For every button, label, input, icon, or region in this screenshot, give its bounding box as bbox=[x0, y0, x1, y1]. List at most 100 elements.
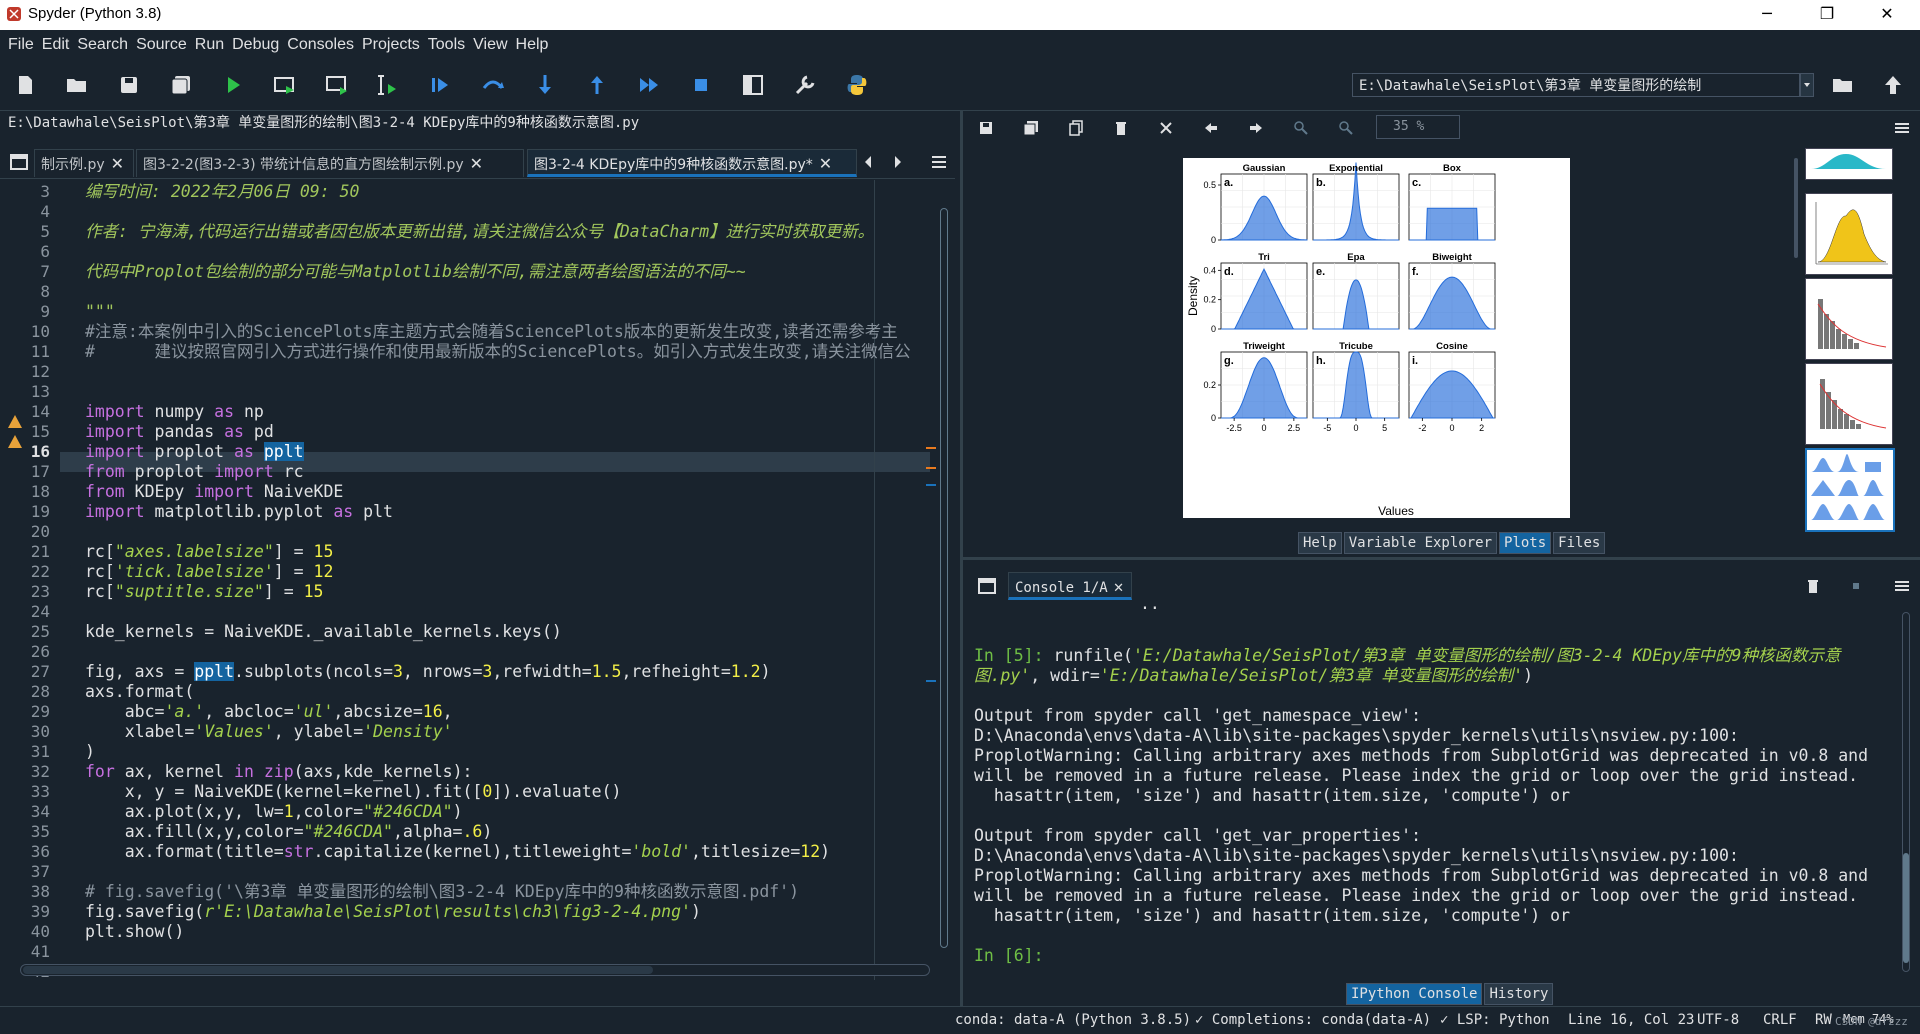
menu-debug[interactable]: Debug bbox=[224, 36, 279, 54]
plot-thumbnail[interactable] bbox=[1805, 148, 1893, 180]
scroll-tabs-right-icon[interactable] bbox=[892, 154, 904, 170]
zoom-in-icon[interactable] bbox=[1293, 120, 1309, 136]
close-tab-icon[interactable]: ✕ bbox=[111, 154, 124, 173]
line-number: 25 bbox=[30, 622, 50, 641]
editor-tab-active[interactable]: 图3-2-4 KDEpy库中的9种核函数示意图.py* ✕ bbox=[527, 149, 857, 177]
thumbnails-scrollbar[interactable] bbox=[1794, 148, 1798, 530]
tab-ipython-console[interactable]: IPython Console bbox=[1346, 983, 1483, 1005]
x-tick-label: 0 bbox=[1449, 423, 1454, 433]
menu-view[interactable]: View bbox=[465, 36, 507, 54]
browse-tabs-icon[interactable] bbox=[978, 578, 996, 594]
menu-help[interactable]: Help bbox=[508, 36, 549, 54]
save-icon[interactable] bbox=[116, 72, 142, 98]
scrollbar-handle[interactable] bbox=[940, 208, 948, 948]
editor-tab[interactable]: 制示例.py ✕ bbox=[34, 149, 134, 177]
working-directory-combobox[interactable]: E:\Datawhale\SeisPlot\第3章 单变量图形的绘制 bbox=[1352, 73, 1800, 97]
stop-icon[interactable] bbox=[688, 72, 714, 98]
ipython-console[interactable]: .. In [5]: runfile('E:/Datawhale/SeisPlo… bbox=[968, 594, 1910, 972]
kde-kernels-figure[interactable]: Gaussian a. 0.5 0 Exponential b. Box c. Tri d. 0.4… bbox=[1183, 158, 1570, 518]
hamburger-menu-icon[interactable] bbox=[930, 155, 948, 169]
menu-edit[interactable]: Edit bbox=[34, 36, 70, 54]
console-line: will be removed in a future release. Ple… bbox=[974, 766, 1859, 785]
run-selection-icon[interactable] bbox=[376, 72, 402, 98]
minimize-button[interactable]: ─ bbox=[1744, 0, 1790, 30]
wrench-icon[interactable] bbox=[792, 72, 818, 98]
console-line: Output from spyder call 'get_namespace_v… bbox=[974, 706, 1422, 725]
maximize-button[interactable]: ❐ bbox=[1804, 0, 1850, 30]
tab-history[interactable]: History bbox=[1484, 983, 1554, 1005]
menu-consoles[interactable]: Consoles bbox=[279, 36, 354, 54]
save-plot-icon[interactable] bbox=[978, 120, 994, 136]
step-icon[interactable] bbox=[480, 72, 506, 98]
tab-files[interactable]: Files bbox=[1553, 532, 1606, 554]
editor-vertical-scrollbar[interactable] bbox=[926, 180, 950, 980]
save-all-plots-icon[interactable] bbox=[1023, 120, 1039, 136]
tab-plots[interactable]: Plots bbox=[1499, 532, 1552, 554]
interrupt-kernel-icon[interactable] bbox=[1850, 580, 1862, 592]
tab-help[interactable]: Help bbox=[1298, 532, 1342, 554]
step-into-icon[interactable] bbox=[532, 72, 558, 98]
console-tab[interactable]: Console 1/A ✕ bbox=[1008, 572, 1132, 600]
debug-icon[interactable] bbox=[428, 72, 454, 98]
code-line: ax.fill(x,y,color="#246CDA",alpha=.6) bbox=[85, 822, 493, 841]
plot-thumbnail[interactable] bbox=[1805, 193, 1893, 275]
menu-run[interactable]: Run bbox=[187, 36, 224, 54]
code-line: rc["axes.labelsize"] = 15 bbox=[85, 542, 334, 561]
code-line: """ bbox=[85, 302, 115, 321]
scrollbar-handle[interactable] bbox=[23, 966, 653, 974]
y-tick-label: 0 bbox=[1211, 235, 1216, 245]
panel-title: Tricube bbox=[1339, 341, 1373, 352]
run-icon[interactable] bbox=[220, 72, 246, 98]
editor-horizontal-scrollbar[interactable] bbox=[20, 964, 930, 976]
browse-tabs-icon[interactable] bbox=[10, 154, 28, 170]
save-all-icon[interactable] bbox=[168, 72, 194, 98]
code-line: 编写时间: 2022年2月06日 09: 50 bbox=[85, 182, 360, 201]
plot-thumbnail-selected[interactable] bbox=[1805, 448, 1895, 532]
previous-plot-icon[interactable] bbox=[1203, 120, 1219, 136]
zoom-out-icon[interactable] bbox=[1338, 120, 1354, 136]
hamburger-menu-icon[interactable] bbox=[1894, 580, 1910, 592]
zoom-level-field[interactable]: 35 % bbox=[1376, 115, 1460, 139]
menu-search[interactable]: Search bbox=[69, 36, 128, 54]
tab-variable-explorer[interactable]: Variable Explorer bbox=[1343, 532, 1498, 554]
delete-plot-icon[interactable] bbox=[1113, 120, 1129, 136]
code-editor[interactable]: 3 4 5 6 7 8 9 10 11 12 13 14 15 16 17 18 19 20 21 22 23 24 25 2… bbox=[0, 180, 955, 987]
close-tab-icon[interactable]: ✕ bbox=[1114, 577, 1124, 596]
menu-tools[interactable]: Tools bbox=[420, 36, 465, 54]
x-tick-label: 5 bbox=[1382, 423, 1387, 433]
remove-variables-icon[interactable] bbox=[1806, 578, 1820, 594]
scroll-up-arrow[interactable] bbox=[941, 186, 947, 191]
run-cell-advance-icon[interactable] bbox=[324, 72, 350, 98]
browse-folder-icon[interactable] bbox=[1830, 72, 1856, 98]
close-window-button[interactable]: ✕ bbox=[1864, 0, 1910, 30]
next-plot-icon[interactable] bbox=[1248, 120, 1264, 136]
horizontal-splitter[interactable] bbox=[963, 557, 1920, 560]
editor-tab[interactable]: 图3-2-2(图3-2-3) 带统计信息的直方图绘制示例.py ✕ bbox=[136, 149, 524, 177]
menu-projects[interactable]: Projects bbox=[354, 36, 420, 54]
delete-all-plots-icon[interactable] bbox=[1158, 120, 1174, 136]
scrollbar-handle[interactable] bbox=[1903, 853, 1909, 963]
python-path-icon[interactable] bbox=[844, 72, 870, 98]
scrollbar-handle[interactable] bbox=[1794, 158, 1798, 258]
close-tab-icon[interactable]: ✕ bbox=[470, 154, 483, 173]
plot-thumbnail[interactable] bbox=[1805, 278, 1893, 360]
working-directory-dropdown[interactable] bbox=[1800, 73, 1814, 97]
run-cell-icon[interactable] bbox=[272, 72, 298, 98]
scroll-tabs-left-icon[interactable] bbox=[862, 154, 874, 170]
hamburger-menu-icon[interactable] bbox=[1894, 122, 1910, 134]
parent-directory-icon[interactable] bbox=[1880, 72, 1906, 98]
status-encoding: UTF-8 bbox=[1697, 1012, 1740, 1028]
console-scrollbar[interactable] bbox=[1902, 612, 1910, 972]
menu-file[interactable]: File bbox=[0, 36, 34, 54]
line-number: 14 bbox=[30, 402, 50, 421]
menu-source[interactable]: Source bbox=[128, 36, 187, 54]
close-tab-icon[interactable]: ✕ bbox=[819, 154, 832, 173]
maximize-pane-icon[interactable] bbox=[740, 72, 766, 98]
open-folder-icon[interactable] bbox=[64, 72, 90, 98]
new-file-icon[interactable] bbox=[12, 72, 38, 98]
continue-icon[interactable] bbox=[636, 72, 662, 98]
plot-thumbnail[interactable] bbox=[1805, 363, 1893, 445]
copy-plot-icon[interactable] bbox=[1068, 120, 1084, 136]
step-return-icon[interactable] bbox=[584, 72, 610, 98]
warning-marker bbox=[926, 447, 936, 449]
